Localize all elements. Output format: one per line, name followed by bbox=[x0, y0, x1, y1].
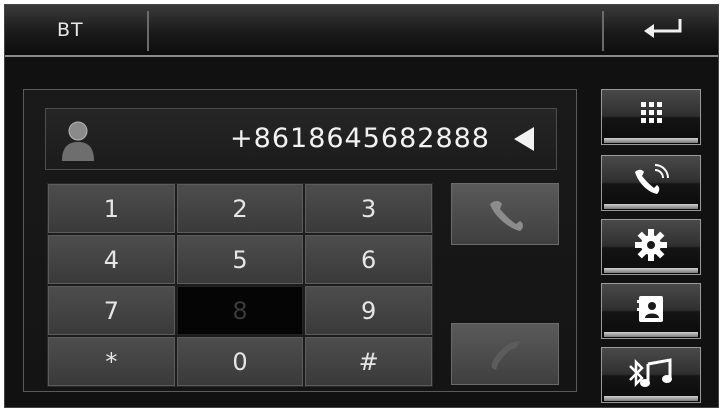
dialed-number: +8618645682888 bbox=[230, 123, 490, 154]
dial-keypad: 1 2 3 4 5 6 7 8 9 * 0 # bbox=[47, 183, 433, 387]
page-title: BT bbox=[57, 19, 84, 41]
key-star[interactable]: * bbox=[48, 337, 175, 386]
phone-call-icon bbox=[490, 201, 523, 231]
backspace-triangle-icon[interactable] bbox=[512, 126, 536, 152]
key-8[interactable]: 8 bbox=[176, 286, 304, 335]
key-6[interactable]: 6 bbox=[305, 235, 432, 284]
key-7[interactable]: 7 bbox=[48, 286, 175, 335]
number-display: +8618645682888 bbox=[45, 108, 557, 170]
settings-menu-button[interactable] bbox=[601, 219, 701, 275]
phone-ringing-icon bbox=[635, 164, 669, 194]
bluetooth-music-icon bbox=[629, 358, 672, 388]
back-button[interactable] bbox=[604, 5, 718, 55]
return-arrow-icon bbox=[644, 19, 682, 38]
key-2[interactable]: 2 bbox=[176, 184, 304, 233]
call-log-menu-button[interactable] bbox=[601, 155, 701, 211]
key-5[interactable]: 5 bbox=[176, 235, 304, 284]
separator bbox=[147, 11, 149, 51]
key-0[interactable]: 0 bbox=[176, 337, 304, 386]
gear-icon bbox=[635, 229, 667, 261]
key-1[interactable]: 1 bbox=[48, 184, 175, 233]
keypad-grid-icon bbox=[641, 102, 662, 123]
key-3[interactable]: 3 bbox=[305, 184, 432, 233]
contacts-book-icon bbox=[637, 296, 663, 322]
key-4[interactable]: 4 bbox=[48, 235, 175, 284]
keypad-menu-button[interactable] bbox=[601, 89, 701, 145]
key-hash[interactable]: # bbox=[305, 337, 432, 386]
contacts-menu-button[interactable] bbox=[601, 283, 701, 339]
bt-phone-screen: BT +8618645682888 1 2 3 4 5 6 7 8 9 * 0 … bbox=[4, 4, 719, 408]
top-bar: BT bbox=[5, 5, 718, 57]
phone-hangup-icon bbox=[491, 341, 520, 370]
hangup-button[interactable] bbox=[451, 323, 559, 385]
contact-avatar-icon bbox=[62, 121, 94, 161]
bluetooth-music-menu-button[interactable] bbox=[601, 347, 701, 403]
key-9[interactable]: 9 bbox=[305, 286, 432, 335]
dial-call-button[interactable] bbox=[451, 183, 559, 245]
